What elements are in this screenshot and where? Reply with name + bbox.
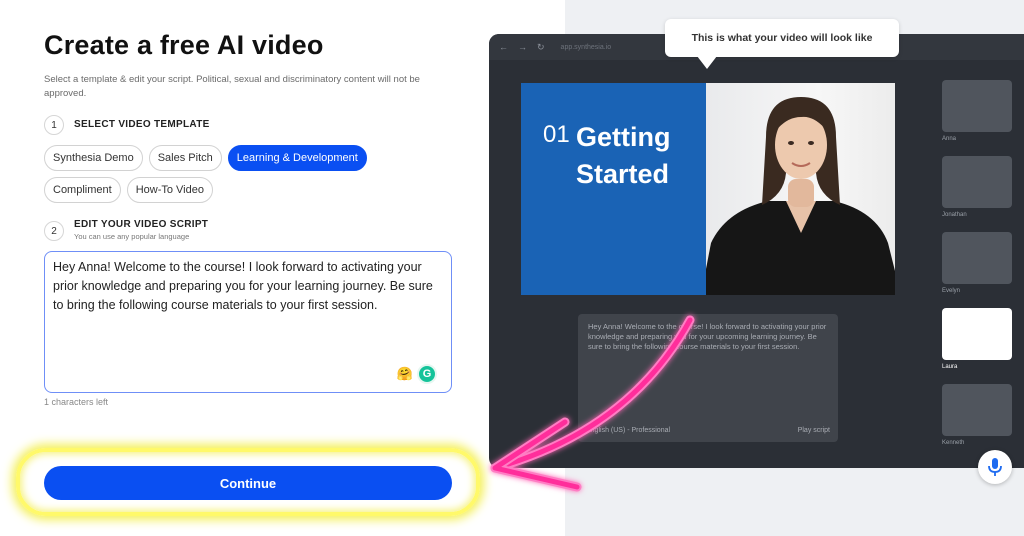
grammarly-icon[interactable]: G bbox=[417, 364, 437, 384]
script-textarea[interactable]: Hey Anna! Welcome to the course! I look … bbox=[44, 251, 452, 393]
preview-browser: ← → ↻ app.synthesia.io 01 Getting Starte… bbox=[489, 34, 1024, 468]
step-number: 2 bbox=[44, 221, 64, 241]
play-script-button[interactable]: Play script bbox=[798, 427, 830, 434]
step-label: EDIT YOUR VIDEO SCRIPT bbox=[74, 219, 209, 230]
forward-icon: → bbox=[518, 42, 527, 52]
script-editor-panel: Hey Anna! Welcome to the course! I look … bbox=[578, 314, 838, 442]
video-stage: 01 Getting Started bbox=[521, 83, 895, 295]
avatar-thumbnail bbox=[942, 384, 1012, 436]
voice-select[interactable]: English (US) - Professional bbox=[586, 427, 670, 434]
avatar-name: Kenneth bbox=[942, 440, 965, 446]
template-learning-development[interactable]: Learning & Development bbox=[227, 145, 367, 171]
back-icon: ← bbox=[499, 42, 508, 52]
step-hint: You can use any popular language bbox=[74, 232, 190, 241]
editor-script-text: Hey Anna! Welcome to the course! I look … bbox=[588, 322, 827, 351]
template-sales-pitch[interactable]: Sales Pitch bbox=[148, 145, 222, 171]
step-number: 1 bbox=[44, 115, 64, 135]
avatar-item[interactable]: Evelyn bbox=[942, 232, 1024, 294]
avatar-thumbnail bbox=[942, 80, 1012, 132]
preview-tooltip: This is what your video will look like bbox=[665, 19, 899, 69]
step-label: SELECT VIDEO TEMPLATE bbox=[74, 119, 210, 130]
editor-footer: English (US) - Professional Play script bbox=[586, 427, 830, 434]
presenter-area bbox=[706, 83, 895, 295]
page: Create a free AI video Select a template… bbox=[0, 0, 1024, 536]
avatar-name: Anna bbox=[942, 136, 957, 142]
video-form: Create a free AI video Select a template… bbox=[44, 30, 464, 407]
avatar-thumbnail bbox=[942, 232, 1012, 284]
avatar-thumbnail bbox=[942, 308, 1012, 360]
slide-number: 01 bbox=[543, 121, 570, 148]
browser-url: app.synthesia.io bbox=[560, 43, 612, 51]
avatar-item[interactable]: Jonathan bbox=[942, 156, 1024, 218]
template-how-to-video[interactable]: How-To Video bbox=[126, 177, 213, 203]
presenter-avatar bbox=[706, 97, 895, 295]
script-text: Hey Anna! Welcome to the course! I look … bbox=[53, 260, 433, 312]
avatar-item[interactable]: Anna bbox=[942, 80, 1024, 142]
avatar-item-selected[interactable]: Laura bbox=[942, 308, 1024, 370]
template-options: Synthesia Demo Sales Pitch Learning & De… bbox=[44, 145, 404, 203]
avatar-thumbnail bbox=[942, 156, 1012, 208]
page-title: Create a free AI video bbox=[44, 30, 324, 60]
microphone-icon bbox=[988, 458, 1002, 476]
slide-title: Getting Started bbox=[576, 122, 671, 189]
step-select-template: 1 SELECT VIDEO TEMPLATE bbox=[44, 115, 464, 135]
page-subtitle: Select a template & edit your script. Po… bbox=[44, 74, 420, 99]
emoji-icon[interactable]: 🤗 bbox=[397, 366, 413, 382]
avatar-name: Evelyn bbox=[942, 288, 961, 294]
step-edit-script: 2 EDIT YOUR VIDEO SCRIPT You can use any… bbox=[44, 219, 464, 241]
microphone-button[interactable] bbox=[978, 450, 1012, 484]
avatar-name: Laura bbox=[942, 364, 958, 370]
chars-left: 1 characters left bbox=[44, 397, 109, 407]
avatar-list: Anna Jonathan Evelyn Laura Kenneth bbox=[942, 80, 1024, 460]
avatar-name: Jonathan bbox=[942, 212, 967, 218]
slide-panel: 01 Getting Started bbox=[521, 83, 706, 295]
continue-button[interactable]: Continue bbox=[44, 466, 452, 500]
template-compliment[interactable]: Compliment bbox=[44, 177, 121, 203]
template-synthesia-demo[interactable]: Synthesia Demo bbox=[44, 145, 143, 171]
avatar-item[interactable]: Kenneth bbox=[942, 384, 1024, 446]
reload-icon: ↻ bbox=[537, 41, 545, 52]
